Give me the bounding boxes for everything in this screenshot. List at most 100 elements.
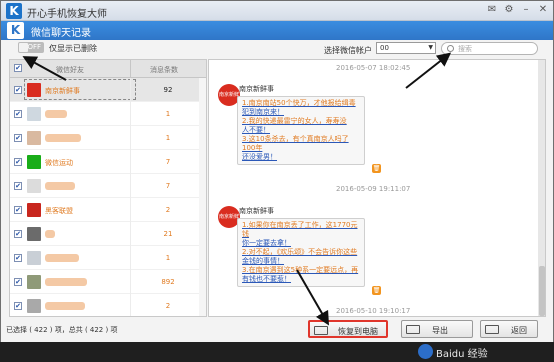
title-bar: K 开心手机恢复大师 ✉ ⚙ – ✕ bbox=[1, 1, 553, 21]
contact-checkbox[interactable]: ✔ bbox=[14, 134, 22, 142]
contact-row[interactable]: ✔ 南京新鲜事 92 bbox=[10, 78, 206, 102]
contact-list-header: ✔ 微信好友 消息条数 bbox=[10, 60, 206, 78]
contact-row[interactable]: ✔ 1 bbox=[10, 126, 206, 150]
minimize-icon[interactable]: – bbox=[520, 4, 532, 16]
message-timestamp: 2016-05-09 19:11:07 bbox=[336, 185, 411, 193]
focus-outline bbox=[24, 79, 136, 100]
select-all-checkbox[interactable]: ✔ bbox=[14, 64, 22, 72]
message-scrollbar[interactable] bbox=[538, 60, 545, 316]
settings-icon[interactable]: ⚙ bbox=[503, 4, 515, 16]
recover-to-pc-button[interactable]: 恢复到电脑 bbox=[308, 320, 388, 338]
message-bubble[interactable]: 1.如果你在南京丢了工作，这1770元钱 你一定要去拿！ 2.对不起，《欢乐颂》… bbox=[237, 218, 365, 287]
chat-icon[interactable]: ✉ bbox=[486, 4, 498, 16]
contact-avatar bbox=[27, 155, 41, 169]
contact-avatar bbox=[27, 203, 41, 217]
selection-status: 已选择 ( 422 ) 项，总共 ( 422 ) 项 bbox=[6, 326, 118, 334]
contact-checkbox[interactable]: ✔ bbox=[14, 86, 22, 94]
section-logo: K bbox=[7, 22, 24, 39]
contact-name-redacted bbox=[45, 230, 55, 238]
contact-row[interactable]: ✔ 黑客联盟 2 bbox=[10, 198, 206, 222]
message-line[interactable]: 还没爱男！ bbox=[242, 153, 360, 162]
message-line[interactable]: 你一定要去拿！ bbox=[242, 239, 360, 248]
contact-name-redacted bbox=[45, 182, 75, 190]
delete-icon[interactable]: 🗑 bbox=[372, 164, 381, 173]
message-line[interactable]: 2.我的快递最雷宁的女人，寿寿没 bbox=[242, 117, 360, 126]
contact-name: 微信运动 bbox=[45, 159, 73, 167]
toolbar: OFF 仅显示已删除 选择微信帐户 00 ▼ 搜索 bbox=[1, 40, 553, 58]
section-title: 微信聊天记录 bbox=[31, 28, 91, 39]
contact-row[interactable]: ✔ 1 bbox=[10, 246, 206, 270]
window-controls: ✉ ⚙ – ✕ bbox=[486, 4, 549, 16]
message-line[interactable]: 犯到南京来！ bbox=[242, 108, 360, 117]
toggle-label: OFF bbox=[27, 43, 41, 51]
export-button[interactable]: 导出 bbox=[401, 320, 473, 338]
contact-row[interactable]: ✔ 7 bbox=[10, 174, 206, 198]
contact-avatar bbox=[27, 107, 41, 121]
status-bar: 已选择 ( 422 ) 项，总共 ( 422 ) 项 恢复到电脑 导出 返回 bbox=[1, 319, 553, 343]
contact-checkbox[interactable]: ✔ bbox=[14, 230, 22, 238]
account-value: 00 bbox=[380, 44, 389, 52]
message-line[interactable]: 金钱的事情！ bbox=[242, 257, 360, 266]
contact-list: ✔ 微信好友 消息条数 ✔ 南京新鲜事 92 ✔ 1 ✔ 1 ✔ 微信运动 7 ✔ 7 ✔ 黑客联盟 2 ✔ 2… bbox=[9, 59, 207, 317]
contact-checkbox[interactable]: ✔ bbox=[14, 110, 22, 118]
message-line[interactable]: 有钱也不要惹！ bbox=[242, 275, 360, 284]
contact-row[interactable]: ✔ 21 bbox=[10, 222, 206, 246]
back-button[interactable]: 返回 bbox=[480, 320, 538, 338]
message-bubble[interactable]: 1.南京南站50个快万，才他报给缉毒 犯到南京来！ 2.我的快递最雷宁的女人，寿… bbox=[237, 96, 365, 165]
message-line[interactable]: 3.这10条杀去，有个真南京人吗了100年 bbox=[242, 135, 360, 153]
contact-row[interactable]: ✔ 892 bbox=[10, 270, 206, 294]
message-line[interactable]: 1.如果你在南京丢了工作，这1770元钱 bbox=[242, 221, 360, 239]
contact-avatar bbox=[27, 131, 41, 145]
contact-checkbox[interactable]: ✔ bbox=[14, 278, 22, 286]
contact-row[interactable]: ✔ 2 bbox=[10, 294, 206, 316]
deleted-only-toggle[interactable]: OFF bbox=[18, 42, 44, 53]
contact-list-scrollbar[interactable] bbox=[199, 78, 206, 316]
contact-checkbox[interactable]: ✔ bbox=[14, 254, 22, 262]
contact-checkbox[interactable]: ✔ bbox=[14, 158, 22, 166]
section-header: K 微信聊天记录 bbox=[1, 21, 553, 40]
delete-icon[interactable]: 🗑 bbox=[372, 286, 381, 295]
baidu-paw-icon bbox=[418, 344, 433, 359]
message-panel: 2016-05-07 18:02:45 南京新鲜事 南京新鲜事 1.南京南站50… bbox=[208, 59, 546, 317]
close-icon[interactable]: ✕ bbox=[537, 4, 549, 16]
contact-avatar bbox=[27, 227, 41, 241]
message-count: 1 bbox=[165, 254, 171, 262]
message-count: 7 bbox=[165, 182, 171, 190]
export-icon bbox=[406, 325, 420, 334]
scrollbar-thumb[interactable] bbox=[539, 266, 545, 316]
column-divider bbox=[130, 60, 131, 78]
message-sender: 南京新鲜事 bbox=[239, 207, 274, 215]
message-line[interactable]: 人不要！ bbox=[242, 126, 360, 135]
contact-row[interactable]: ✔ 微信运动 7 bbox=[10, 150, 206, 174]
message-line[interactable]: 2.对不起，《欢乐颂》不会告诉你这些 bbox=[242, 248, 360, 257]
friend-column-header: 微信好友 bbox=[56, 66, 84, 74]
message-count: 892 bbox=[161, 278, 175, 286]
message-timestamp: 2016-05-07 18:02:45 bbox=[336, 64, 411, 72]
watermark-text: Baidu 经验 bbox=[436, 349, 488, 360]
message-count: 2 bbox=[165, 302, 171, 310]
message-sender: 南京新鲜事 bbox=[239, 85, 274, 93]
contact-name-redacted bbox=[45, 254, 79, 262]
account-select[interactable]: 00 ▼ bbox=[376, 42, 436, 54]
contact-name-redacted bbox=[45, 302, 85, 310]
contact-row[interactable]: ✔ 1 bbox=[10, 102, 206, 126]
contact-checkbox[interactable]: ✔ bbox=[14, 182, 22, 190]
message-count: 1 bbox=[165, 110, 171, 118]
contact-avatar bbox=[27, 179, 41, 193]
message-count: 92 bbox=[163, 86, 173, 94]
contact-avatar bbox=[27, 275, 41, 289]
contact-name-redacted bbox=[45, 110, 67, 118]
export-button-label: 导出 bbox=[432, 326, 448, 335]
column-divider bbox=[130, 78, 131, 316]
recover-button-label: 恢复到电脑 bbox=[338, 327, 378, 336]
message-line[interactable]: 1.南京南站50个快万，才他报给缉毒 bbox=[242, 99, 360, 108]
contact-checkbox[interactable]: ✔ bbox=[14, 302, 22, 310]
chevron-down-icon: ▼ bbox=[428, 44, 433, 51]
count-column-header: 消息条数 bbox=[150, 66, 178, 74]
message-line[interactable]: 3.在南京遇到这5种系一定要远点，再 bbox=[242, 266, 360, 275]
search-input[interactable]: 搜索 bbox=[441, 42, 538, 55]
message-timestamp: 2016-05-10 19:10:17 bbox=[336, 307, 411, 315]
contact-checkbox[interactable]: ✔ bbox=[14, 206, 22, 214]
watermark: Baidu 经验 bbox=[418, 344, 550, 361]
app-title: 开心手机恢复大师 bbox=[27, 9, 107, 20]
